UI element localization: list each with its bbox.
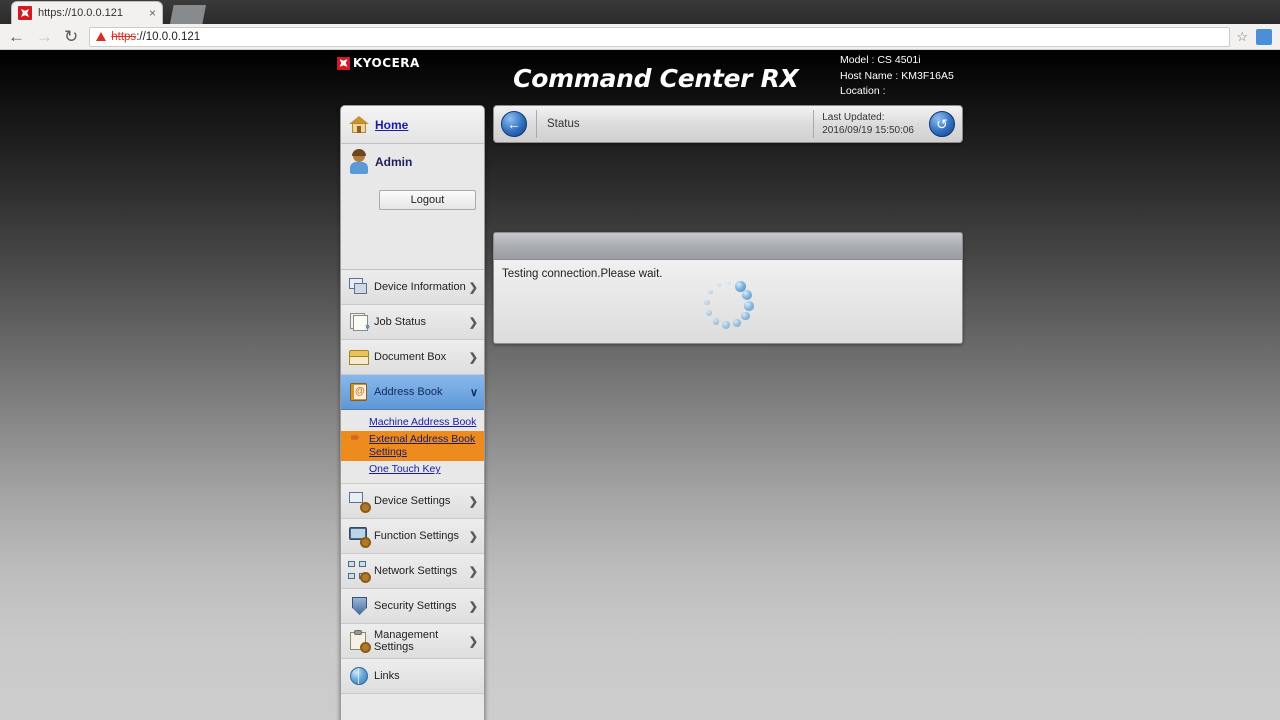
- bookmark-star-icon[interactable]: ☆: [1236, 29, 1248, 45]
- chevron-right-icon: ❯: [468, 316, 478, 329]
- sidebar-item-label: Job Status: [374, 316, 426, 328]
- chevron-right-icon: ❯: [468, 281, 478, 294]
- reload-icon[interactable]: ↻: [64, 28, 78, 45]
- sidebar-item-management-settings[interactable]: Management Settings ❯: [341, 624, 484, 659]
- new-tab-button[interactable]: [170, 5, 206, 24]
- security-settings-icon: [348, 596, 370, 616]
- url-scheme: https: [111, 30, 137, 43]
- sidebar-item-links[interactable]: Links: [341, 659, 484, 694]
- avatar: [349, 149, 369, 174]
- last-updated-label: Last Updated:: [822, 112, 885, 123]
- back-button[interactable]: ←: [501, 111, 527, 137]
- address-book-icon: @: [348, 382, 370, 402]
- user-row: Admin: [341, 144, 484, 180]
- management-settings-icon: [348, 630, 371, 653]
- kyocera-logo: KYOCERA: [337, 56, 420, 70]
- sidebar-item-label: Security Settings: [374, 600, 457, 612]
- address-book-subitems: Machine Address Book External Address Bo…: [341, 410, 484, 484]
- device-settings-icon: [348, 491, 371, 513]
- content-panel-header: [494, 233, 962, 260]
- chevron-right-icon: ❯: [468, 635, 478, 648]
- sidebar-item-security-settings[interactable]: Security Settings ❯: [341, 589, 484, 624]
- kyocera-favicon-icon: [18, 6, 32, 20]
- refresh-button[interactable]: ↺: [929, 111, 955, 137]
- address-bar-input[interactable]: https ://10.0.0.121: [89, 26, 1231, 47]
- sidebar-item-label: Device Information: [374, 281, 466, 293]
- chevron-right-icon: ❯: [468, 600, 478, 613]
- home-link[interactable]: Home: [375, 118, 408, 132]
- chevron-right-icon: ❯: [468, 495, 478, 508]
- last-updated: Last Updated: 2016/09/19 15:50:06: [813, 110, 922, 138]
- sidebar-item-network-settings[interactable]: Network Settings ❯: [341, 554, 484, 589]
- user-name: Admin: [375, 155, 413, 169]
- sidebar-item-label: Network Settings: [374, 565, 458, 577]
- loading-spinner-icon: [700, 276, 756, 332]
- browser-tabstrip: https://10.0.0.121 ×: [0, 0, 1280, 24]
- page-title: Command Center RX: [470, 64, 840, 93]
- status-message: Testing connection.Please wait.: [502, 268, 663, 280]
- device-hostname: Host Name : KM3F16A5: [840, 69, 954, 82]
- sidebar-item-label: Device Settings: [374, 495, 451, 507]
- close-icon[interactable]: ×: [149, 7, 156, 19]
- device-information-icon: [348, 277, 370, 297]
- status-label: Status: [536, 110, 813, 138]
- sidebar: Home Admin Logout Device Information ❯ »…: [340, 105, 485, 720]
- chevron-right-icon: ❯: [468, 351, 478, 364]
- document-box-icon: [348, 347, 370, 367]
- status-bar: ← Status Last Updated: 2016/09/19 15:50:…: [493, 105, 963, 143]
- sidebar-item-device-settings[interactable]: Device Settings ❯: [341, 484, 484, 519]
- job-status-icon: »: [348, 312, 370, 332]
- app-header: KYOCERA Command Center RX Model : CS 450…: [330, 50, 970, 100]
- page-background: KYOCERA Command Center RX Model : CS 450…: [0, 50, 1280, 720]
- links-icon: [348, 666, 370, 686]
- chevron-right-icon: ❯: [468, 530, 478, 543]
- url-rest: ://10.0.0.121: [136, 30, 201, 43]
- kyocera-mark-icon: [337, 56, 350, 70]
- sidebar-item-home[interactable]: Home: [341, 106, 484, 144]
- logout-row: Logout: [341, 180, 484, 210]
- chevron-right-icon: ❯: [468, 565, 478, 578]
- device-model: Model : CS 4501i: [840, 54, 921, 66]
- sidebar-item-job-status[interactable]: » Job Status ❯: [341, 305, 484, 340]
- sidebar-subitem-label: External Address Book Settings: [369, 433, 476, 458]
- sidebar-subitem-external-address-book-settings[interactable]: External Address Book Settings: [341, 431, 484, 461]
- extension-icon[interactable]: [1256, 28, 1272, 45]
- selection-arrow-icon: [351, 434, 359, 441]
- sidebar-item-label: Links: [374, 670, 400, 682]
- content-panel: Testing connection.Please wait.: [493, 232, 963, 344]
- sidebar-item-device-information[interactable]: Device Information ❯: [341, 270, 484, 305]
- kyocera-wordmark: KYOCERA: [353, 56, 420, 70]
- sidebar-spacer: [341, 210, 484, 270]
- content-panel-body: Testing connection.Please wait.: [494, 260, 962, 343]
- sidebar-item-document-box[interactable]: Document Box ❯: [341, 340, 484, 375]
- sidebar-item-function-settings[interactable]: Function Settings ❯: [341, 519, 484, 554]
- device-location: Location :: [840, 85, 886, 97]
- page-title-rx: X: [779, 64, 799, 93]
- sidebar-item-label: Document Box: [374, 351, 447, 363]
- logout-button[interactable]: Logout: [379, 190, 476, 210]
- sidebar-item-label: Function Settings: [374, 530, 459, 542]
- chevron-down-icon: ∨: [469, 386, 478, 399]
- last-updated-value: 2016/09/19 15:50:06: [822, 125, 914, 136]
- page-title-main: Command Center R: [513, 64, 780, 93]
- network-settings-icon: [348, 561, 371, 583]
- sidebar-subitem-machine-address-book[interactable]: Machine Address Book: [341, 414, 484, 431]
- sidebar-item-label: Address Book: [374, 386, 443, 398]
- home-icon: [349, 116, 369, 133]
- function-settings-icon: [348, 526, 371, 548]
- sidebar-item-label: Management Settings: [374, 629, 439, 653]
- browser-tab-title: https://10.0.0.121: [38, 7, 124, 19]
- device-meta: Model : CS 4501i Host Name : KM3F16A5 Lo…: [840, 53, 954, 100]
- sidebar-item-address-book[interactable]: @ Address Book ∨: [341, 375, 484, 410]
- forward-icon[interactable]: →: [36, 28, 53, 45]
- browser-tab[interactable]: https://10.0.0.121 ×: [12, 2, 162, 24]
- back-icon[interactable]: ←: [8, 28, 25, 45]
- browser-omnibar: ← → ↻ https ://10.0.0.121 ☆: [0, 24, 1280, 50]
- sidebar-subitem-one-touch-key[interactable]: One Touch Key: [341, 461, 484, 478]
- browser-chrome: https://10.0.0.121 × ← → ↻ https ://10.0…: [0, 0, 1280, 50]
- insecure-warning-icon: [96, 32, 107, 41]
